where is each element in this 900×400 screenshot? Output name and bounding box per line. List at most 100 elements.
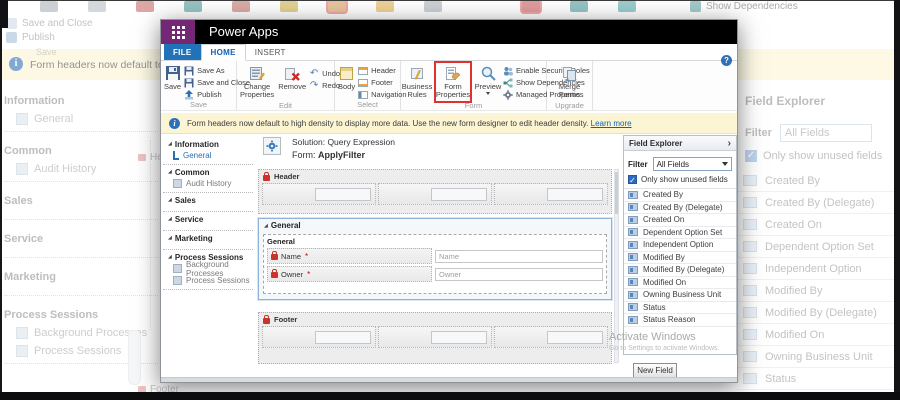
publish-icon: [184, 89, 194, 100]
nav-group-common: ◢ Common Audit History: [163, 165, 253, 193]
background-nav-item-icon: [16, 327, 28, 339]
nav-group-header-sales[interactable]: ◢ Sales: [168, 195, 253, 205]
expand-triangle-icon: ◢: [168, 216, 172, 222]
background-nav-group-label: Information: [4, 95, 65, 107]
field-item-independent-option[interactable]: Independent Option: [624, 239, 736, 252]
nav-group-header-common[interactable]: ◢ Common: [168, 167, 253, 177]
background-ribbon-icon: [376, 1, 394, 12]
background-processes-icon: [173, 264, 182, 273]
save-button[interactable]: Save: [163, 63, 182, 92]
merge-forms-button[interactable]: Merge Forms: [555, 63, 585, 101]
tab-home[interactable]: HOME: [200, 44, 246, 61]
header-section[interactable]: Header: [258, 169, 612, 214]
nav-item-audit-history[interactable]: Audit History: [168, 178, 253, 189]
nav-item-label: Audit History: [186, 179, 232, 188]
header-cell[interactable]: [494, 183, 608, 205]
background-ribbon-icon: [136, 1, 154, 12]
field-item-modified-on[interactable]: Modified On: [624, 277, 736, 289]
canvas-scrollbar[interactable]: [614, 169, 619, 363]
name-field-row[interactable]: Name *: [267, 248, 603, 264]
name-field-input[interactable]: [435, 249, 603, 263]
app-launcher-button[interactable]: [161, 20, 195, 44]
help-icon[interactable]: ?: [721, 55, 732, 66]
background-filter-dropdown: All Fields: [779, 124, 872, 142]
nav-item-background-processes[interactable]: Background Processes: [168, 260, 253, 278]
footer-cell[interactable]: [262, 326, 376, 348]
body-button[interactable]: Body: [337, 63, 356, 92]
save-and-close-icon: [184, 78, 194, 88]
field-list: Created By Created By (Delegate) Created O…: [624, 188, 736, 327]
header-icon: [358, 66, 369, 76]
background-field-label: Status: [765, 372, 797, 385]
field-item-modified-by-delegate[interactable]: Modified By (Delegate): [624, 264, 736, 277]
header-cell[interactable]: [378, 183, 492, 205]
ribbon: Save Save As Save and Close Publish Save…: [161, 61, 737, 111]
remove-button[interactable]: Remove: [277, 63, 307, 92]
canvas-sections: Header ◢ General General Name * Name Own…: [258, 168, 612, 382]
owner-field-input[interactable]: [435, 267, 603, 281]
field-item-created-on[interactable]: Created On: [624, 214, 736, 227]
tab-insert[interactable]: INSERT: [246, 44, 295, 60]
background-field-item: Modified By (Delegate): [737, 302, 897, 324]
checkbox-checked-icon: ✓: [745, 150, 757, 162]
field-explorer-header[interactable]: Field Explorer ›: [624, 136, 736, 151]
background-nav-item-label: Process Sessions: [34, 345, 122, 357]
lock-icon: [271, 269, 278, 278]
filter-dropdown[interactable]: All Fields: [652, 157, 732, 171]
frame-bottom-edge: [0, 392, 900, 400]
preview-icon: [480, 64, 497, 82]
merge-forms-icon: [561, 64, 578, 82]
footer-cell[interactable]: [494, 326, 608, 348]
unused-fields-checkbox[interactable]: ✓ Only show unused fields: [624, 174, 736, 188]
field-item-owning-business-unit[interactable]: Owning Business Unit: [624, 289, 736, 302]
nav-group-label: Marketing: [174, 233, 213, 243]
footer-field-placeholder: [314, 330, 371, 344]
new-field-button[interactable]: New Field: [633, 363, 677, 378]
owner-field-row[interactable]: Owner *: [267, 266, 603, 282]
background-nav-group-service: Service: [4, 230, 158, 258]
general-section[interactable]: ◢ General General Name * Name Owner * Ow…: [258, 218, 612, 300]
preview-button[interactable]: Preview: [475, 63, 501, 96]
field-item-status[interactable]: Status: [624, 302, 736, 314]
field-icon: [628, 228, 638, 237]
field-icon: [628, 190, 638, 199]
nav-group-header-marketing[interactable]: ◢ Marketing: [168, 233, 253, 243]
frame-corner-block: [0, 0, 8, 28]
nav-group-information: ◢ Information General: [163, 137, 253, 165]
field-item-dependent-option-set[interactable]: Dependent Option Set: [624, 227, 736, 239]
learn-more-link[interactable]: Learn more: [591, 119, 632, 128]
field-item-created-by[interactable]: Created By: [624, 189, 736, 202]
gear-icon: [503, 89, 513, 100]
footer-cell[interactable]: [378, 326, 492, 348]
footer-button[interactable]: Footer: [358, 77, 406, 88]
business-rules-button[interactable]: Business Rules: [402, 63, 432, 101]
background-nav-item-icon: [16, 163, 28, 175]
header-button[interactable]: Header: [358, 65, 406, 76]
filter-label: Filter: [628, 159, 648, 169]
field-item-status-reason[interactable]: Status Reason: [624, 314, 736, 327]
background-ribbon-icon: [184, 1, 202, 12]
background-field-item: Owning Business Unit: [737, 346, 897, 368]
expand-triangle-icon: ◢: [168, 235, 172, 241]
field-item-created-by-delegate[interactable]: Created By (Delegate): [624, 202, 736, 214]
footer-section[interactable]: Footer: [258, 312, 612, 364]
change-properties-button[interactable]: Change Properties: [239, 63, 275, 101]
nav-group-header-service[interactable]: ◢ Service: [168, 214, 253, 224]
nav-item-label: Process Sessions: [186, 276, 250, 285]
tab-file[interactable]: FILE: [164, 44, 201, 60]
header-cell[interactable]: [262, 183, 376, 205]
field-item-label: Owning Business Unit: [643, 290, 722, 300]
navigation-button[interactable]: Navigation: [358, 89, 407, 100]
background-field-icon: [743, 263, 757, 274]
form-name: Form: ApplyFilter: [292, 150, 366, 160]
nav-item-process-sessions[interactable]: Process Sessions: [168, 275, 253, 286]
nav-item-general[interactable]: General: [168, 150, 253, 161]
form-properties-button[interactable]: Form Properties: [436, 63, 470, 101]
app-title: Power Apps: [209, 24, 279, 39]
field-item-modified-by[interactable]: Modified By: [624, 252, 736, 264]
lock-icon: [271, 251, 278, 260]
field-icon: [628, 265, 638, 274]
field-item-label: Modified By: [643, 252, 685, 262]
nav-item-label: General: [183, 151, 212, 160]
nav-group-header-information[interactable]: ◢ Information: [168, 139, 253, 149]
